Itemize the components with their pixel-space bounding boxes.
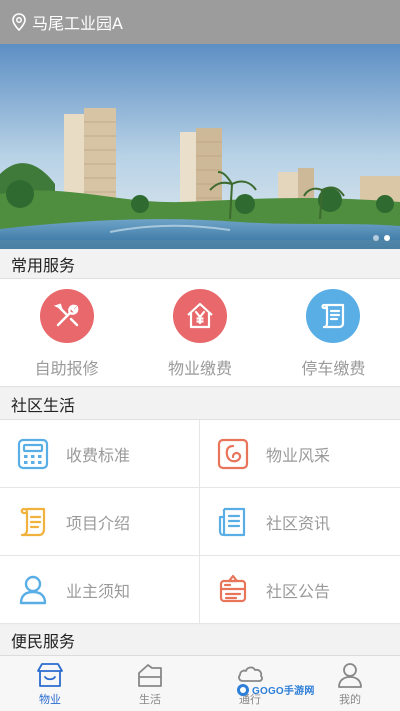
community-item-announcement[interactable]: 社区公告 bbox=[200, 556, 400, 624]
tab-life[interactable]: 生活 bbox=[100, 656, 200, 711]
receipt-scroll-icon bbox=[306, 289, 361, 343]
section-title-convenience: 便民服务 bbox=[0, 625, 400, 655]
property-house-icon bbox=[37, 662, 63, 687]
location-pin-icon bbox=[12, 13, 26, 31]
service-label: 停车缴费 bbox=[301, 359, 366, 378]
community-grid: 收费标准 物业风采 项目介绍 社区资讯 业主须知 社区公告 bbox=[0, 420, 400, 624]
photo-frame-icon bbox=[216, 437, 250, 471]
community-item-community-news[interactable]: 社区资讯 bbox=[200, 488, 400, 556]
section-title-common: 常用服务 bbox=[0, 249, 400, 279]
community-item-property-style[interactable]: 物业风采 bbox=[200, 420, 400, 488]
watermark-text: GOGO手游网 bbox=[252, 686, 315, 697]
service-self-repair[interactable]: 自助报修 bbox=[0, 279, 133, 386]
service-parking-fee[interactable]: 停车缴费 bbox=[267, 279, 400, 386]
service-label: 物业缴费 bbox=[167, 359, 232, 378]
tab-label: 生活 bbox=[139, 692, 161, 706]
banner-carousel[interactable] bbox=[0, 44, 400, 249]
community-item-label: 项目介绍 bbox=[66, 513, 131, 533]
profile-person-icon bbox=[338, 662, 362, 688]
banner-image bbox=[0, 44, 400, 249]
tab-mine[interactable]: 我的 bbox=[300, 656, 400, 711]
location-name: 马尾工业园A bbox=[32, 14, 123, 33]
community-item-owner-notice[interactable]: 业主须知 bbox=[0, 556, 200, 624]
carousel-dot[interactable] bbox=[373, 235, 379, 241]
repair-tools-icon bbox=[39, 289, 94, 343]
top-bar: 马尾工业园A bbox=[0, 0, 400, 44]
common-services-row: 自助报修 物业缴费 停车缴费 bbox=[0, 279, 400, 387]
community-item-label: 业主须知 bbox=[66, 581, 131, 601]
carousel-dot-active[interactable] bbox=[384, 235, 390, 241]
service-label: 自助报修 bbox=[34, 359, 99, 378]
news-document-icon bbox=[216, 505, 250, 539]
community-item-label: 社区资讯 bbox=[266, 513, 331, 533]
tab-label: 我的 bbox=[339, 692, 361, 706]
carousel-dots bbox=[373, 235, 390, 241]
community-item-project-intro[interactable]: 项目介绍 bbox=[0, 488, 200, 556]
tab-label: 物业 bbox=[39, 692, 61, 706]
bottom-tab-bar: 物业 生活 通行 我的 bbox=[0, 655, 400, 711]
person-icon bbox=[16, 573, 50, 607]
service-property-fee[interactable]: 物业缴费 bbox=[133, 279, 266, 386]
watermark-logo: GOGO手游网 bbox=[236, 682, 315, 697]
announcement-icon bbox=[216, 573, 250, 607]
house-yen-icon bbox=[172, 289, 227, 343]
location-selector[interactable]: 马尾工业园A bbox=[12, 10, 123, 34]
calculator-icon bbox=[16, 437, 50, 471]
community-item-label: 社区公告 bbox=[266, 581, 331, 601]
community-item-label: 收费标准 bbox=[66, 445, 131, 465]
scroll-icon bbox=[16, 505, 50, 539]
tab-property[interactable]: 物业 bbox=[0, 656, 100, 711]
gogo-logo-icon bbox=[237, 683, 249, 696]
life-house-icon bbox=[138, 663, 162, 687]
community-item-fee-standard[interactable]: 收费标准 bbox=[0, 420, 200, 488]
community-item-label: 物业风采 bbox=[266, 445, 331, 465]
section-title-community: 社区生活 bbox=[0, 388, 400, 420]
